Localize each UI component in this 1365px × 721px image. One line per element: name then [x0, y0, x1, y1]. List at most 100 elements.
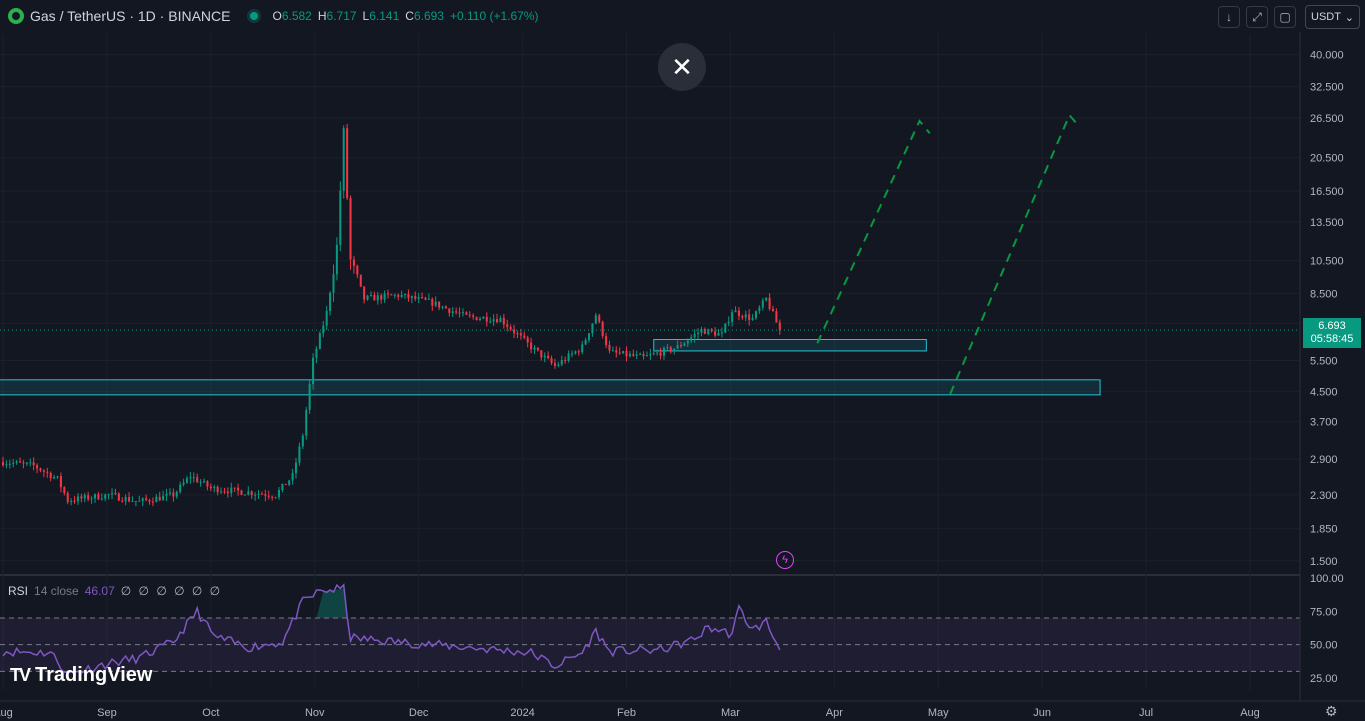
candle [731, 309, 734, 327]
candle [594, 312, 597, 325]
candle [605, 332, 608, 349]
gas-logo-icon [8, 8, 24, 24]
candle [465, 311, 468, 316]
candle [727, 316, 730, 327]
candle [744, 310, 747, 322]
candle [502, 313, 505, 329]
candle [618, 347, 621, 355]
projection-path-2[interactable] [949, 113, 1081, 395]
candle [97, 491, 100, 501]
candle [73, 496, 76, 504]
time-tick-label: Oct [202, 707, 219, 719]
candle [254, 492, 257, 501]
candle [359, 274, 362, 288]
candle [49, 471, 52, 482]
support-zone-2[interactable] [0, 379, 1101, 396]
time-tick-label: Apr [826, 707, 843, 719]
candle [720, 327, 723, 338]
candle [513, 324, 516, 339]
candle [111, 488, 114, 500]
high-value: 6.717 [326, 9, 357, 23]
time-tick-label: Aug [0, 707, 13, 719]
candle [560, 355, 563, 367]
candle [148, 498, 151, 505]
rsi-tick-label: 75.00 [1310, 606, 1338, 618]
candle [697, 328, 700, 340]
candle [526, 335, 529, 348]
candle [185, 475, 189, 484]
candle [206, 480, 209, 491]
price-axis[interactable]: 40.000 32.500 26.500 20.500 16.500 13.500 10.5… [1299, 32, 1365, 702]
candle [247, 486, 250, 496]
candle [291, 468, 294, 485]
snapshot-icon[interactable]: ▢ [1274, 6, 1296, 28]
time-tick-label: Feb [617, 707, 636, 719]
candle [87, 491, 90, 502]
candle [346, 123, 349, 201]
candle [165, 488, 168, 502]
candle [318, 331, 321, 350]
candle [424, 296, 427, 301]
candle [635, 350, 638, 360]
price-tick-label: 2.300 [1310, 490, 1338, 502]
candle [46, 467, 49, 478]
candle [475, 316, 478, 321]
candle [754, 310, 757, 321]
candle [550, 355, 553, 366]
candle [584, 337, 587, 346]
last-price: 6.693 [1318, 320, 1346, 332]
candle [407, 289, 410, 302]
candle [59, 472, 62, 493]
candle [240, 489, 243, 496]
time-axis[interactable]: Aug Sep Oct Nov Dec 2024 Feb Mar Apr May Jun Jul Aug [0, 700, 1365, 719]
candle [182, 478, 185, 487]
candle [15, 459, 18, 465]
currency-select[interactable]: USDT ⌄ [1305, 5, 1360, 29]
candle [397, 293, 400, 301]
candle [233, 487, 236, 492]
market-status-icon[interactable] [250, 12, 259, 20]
gear-icon[interactable]: ⚙ [1325, 703, 1341, 719]
candle [581, 340, 584, 355]
close-button[interactable]: ✕ [658, 43, 706, 91]
candle [608, 340, 611, 354]
candle [332, 264, 335, 302]
tradingview-logo[interactable]: TV TradingView [10, 664, 152, 687]
candle [737, 307, 740, 321]
time-tick-label: Jun [1033, 707, 1051, 719]
candle [63, 486, 66, 496]
candle [363, 286, 366, 304]
candle [209, 483, 212, 491]
candle [22, 459, 25, 469]
candle [492, 314, 495, 326]
candle [274, 496, 277, 499]
candle [485, 312, 488, 327]
lightning-icon[interactable]: ϟ [776, 551, 794, 569]
rsi-tick-label: 100.00 [1310, 573, 1344, 585]
candle [390, 293, 393, 296]
symbol-title[interactable]: Gas / TetherUS · 1D · BINANCE [30, 8, 230, 24]
candle [547, 351, 550, 360]
candle [649, 348, 652, 361]
scroll-down-icon[interactable]: ↓ [1218, 6, 1240, 28]
time-tick-label: 2024 [510, 707, 534, 719]
time-tick-label: Dec [409, 707, 429, 719]
last-price-badge: 6.693 05:58:45 [1303, 318, 1361, 348]
logo-text: TradingView [35, 664, 153, 686]
candle [25, 461, 28, 466]
fullscreen-icon[interactable]: ⤢ [1246, 6, 1268, 28]
candle [19, 457, 22, 463]
candle [611, 346, 614, 352]
rsi-legend[interactable]: RSI 14 close 46.07 ∅ ∅ ∅ ∅ ∅ ∅ [8, 584, 222, 598]
candle [444, 305, 447, 309]
candle [724, 323, 727, 334]
candle [53, 474, 56, 480]
candle [703, 327, 706, 335]
candle [298, 442, 301, 466]
chart-canvas[interactable]: 40.000 32.500 26.500 20.500 16.500 13.500 10.5… [0, 0, 1365, 721]
candle [305, 406, 308, 440]
candle [771, 305, 775, 312]
candle [765, 297, 768, 302]
candle [121, 497, 124, 503]
candle [325, 305, 328, 331]
